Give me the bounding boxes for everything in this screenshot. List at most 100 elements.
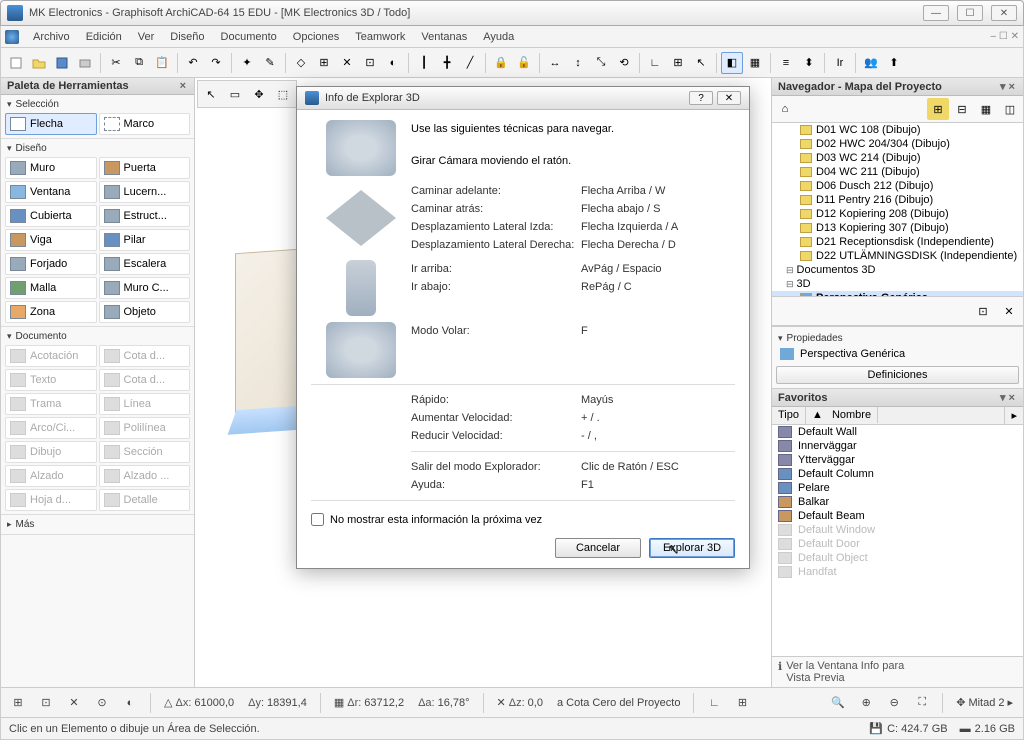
explore3d-button[interactable]: Explorar 3D xyxy=(649,538,735,558)
tb-dim1-icon[interactable]: ↔ xyxy=(544,52,566,74)
tb-dim4-icon[interactable]: ⟲ xyxy=(613,52,635,74)
coord-ortho-icon[interactable]: ∟ xyxy=(703,692,725,714)
fav-item[interactable]: Default Door xyxy=(772,537,1023,551)
menu-opciones[interactable]: Opciones xyxy=(285,29,347,45)
tool-polilinea[interactable]: Polilínea xyxy=(99,417,191,439)
tool-zona[interactable]: Zona xyxy=(5,301,97,323)
fav-item[interactable]: Innerväggar xyxy=(772,439,1023,453)
fav-item[interactable]: Default Column xyxy=(772,467,1023,481)
nav-layout-icon[interactable]: ▦ xyxy=(975,98,997,120)
coord-snap5-icon[interactable]: ◐ xyxy=(119,692,141,714)
tree-item[interactable]: D13 Kopiering 307 (Dibujo) xyxy=(772,221,1023,235)
tb-team-icon[interactable]: 👥 xyxy=(860,52,882,74)
tree-item[interactable]: D12 Kopiering 208 (Dibujo) xyxy=(772,207,1023,221)
tree-group-3d[interactable]: 3D xyxy=(772,277,1023,291)
tool-acotacion[interactable]: Acotación xyxy=(5,345,97,367)
favorites-col-nombre[interactable]: ▲ Nombre xyxy=(806,407,1005,424)
tb-guide2-icon[interactable]: ╋ xyxy=(436,52,458,74)
cv-arrow-icon[interactable]: ↖ xyxy=(200,83,222,105)
tb-ruler-icon[interactable]: Ir xyxy=(829,52,851,74)
tool-texto[interactable]: Texto xyxy=(5,369,97,391)
favorites-list[interactable]: Default Wall Innerväggar Ytterväggar Def… xyxy=(772,425,1023,656)
section-seleccion[interactable]: Selección xyxy=(5,97,190,112)
tb-story-icon[interactable]: ⬍ xyxy=(798,52,820,74)
tb-publish-icon[interactable]: ⬆ xyxy=(883,52,905,74)
navigator-close-icon[interactable]: ▾ × xyxy=(998,80,1017,93)
fav-item[interactable]: Default Wall xyxy=(772,425,1023,439)
nav-publisher-icon[interactable]: ◫ xyxy=(999,98,1021,120)
tool-trama[interactable]: Trama xyxy=(5,393,97,415)
tree-item[interactable]: D01 WC 108 (Dibujo) xyxy=(772,123,1023,137)
nav-home-icon[interactable]: ⌂ xyxy=(774,98,796,120)
tree-item[interactable]: D02 HWC 204/304 (Dibujo) xyxy=(772,137,1023,151)
section-diseno[interactable]: Diseño xyxy=(5,141,190,156)
menu-ayuda[interactable]: Ayuda xyxy=(475,29,522,45)
section-mas[interactable]: Más xyxy=(5,517,190,532)
toolbox-close-icon[interactable]: × xyxy=(178,80,188,92)
tool-ventana[interactable]: Ventana xyxy=(5,181,97,203)
tool-cota-radial[interactable]: Cota d... xyxy=(99,369,191,391)
tb-snap2-icon[interactable]: ⊞ xyxy=(313,52,335,74)
dialog-close-icon[interactable]: ✕ xyxy=(717,91,741,105)
fav-item[interactable]: Pelare xyxy=(772,481,1023,495)
tool-hoja[interactable]: Hoja d... xyxy=(5,489,97,511)
tool-lucernario[interactable]: Lucern... xyxy=(99,181,191,203)
tool-seccion[interactable]: Sección xyxy=(99,441,191,463)
tool-arco[interactable]: Arco/Ci... xyxy=(5,417,97,439)
menu-documento[interactable]: Documento xyxy=(213,29,285,45)
nav-map-icon[interactable]: ⊞ xyxy=(927,98,949,120)
navigator-tree[interactable]: D01 WC 108 (Dibujo) D02 HWC 204/304 (Dib… xyxy=(772,123,1023,297)
tool-malla[interactable]: Malla xyxy=(5,277,97,299)
tb-cut-icon[interactable]: ✂ xyxy=(105,52,127,74)
tb-wand-icon[interactable]: ✦ xyxy=(236,52,258,74)
cv-move-icon[interactable]: ✥ xyxy=(248,83,270,105)
tree-item[interactable]: D04 WC 211 (Dibujo) xyxy=(772,165,1023,179)
tool-flecha[interactable]: Flecha xyxy=(5,113,97,135)
coord-grid-icon[interactable]: ⊞ xyxy=(731,692,753,714)
tool-linea[interactable]: Línea xyxy=(99,393,191,415)
tb-undo-icon[interactable]: ↶ xyxy=(182,52,204,74)
tb-snap5-icon[interactable]: ◐ xyxy=(382,52,404,74)
tool-escalera[interactable]: Escalera xyxy=(99,253,191,275)
nav-viewmap-icon[interactable]: ⊟ xyxy=(951,98,973,120)
properties-header[interactable]: Propiedades xyxy=(776,331,1019,346)
fav-item[interactable]: Default Object xyxy=(772,551,1023,565)
coord-snap4-icon[interactable]: ⊙ xyxy=(91,692,113,714)
tool-alzado[interactable]: Alzado xyxy=(5,465,97,487)
tool-estructura[interactable]: Estruct... xyxy=(99,205,191,227)
tb-snap4-icon[interactable]: ⊡ xyxy=(359,52,381,74)
tb-grid-icon[interactable]: ⊞ xyxy=(667,52,689,74)
tb-lock-icon[interactable]: 🔒 xyxy=(490,52,512,74)
tb-highlight-icon[interactable]: ✎ xyxy=(259,52,281,74)
tb-dim3-icon[interactable]: ⤡ xyxy=(590,52,612,74)
nav-delete-icon[interactable]: ✕ xyxy=(998,300,1020,322)
fav-item[interactable]: Default Window xyxy=(772,523,1023,537)
tb-paste-icon[interactable]: 📋 xyxy=(151,52,173,74)
coord-zoom3-icon[interactable]: ⊖ xyxy=(883,692,905,714)
tool-viga[interactable]: Viga xyxy=(5,229,97,251)
cv-layers-icon[interactable]: ⬚ xyxy=(272,83,294,105)
tool-objeto[interactable]: Objeto xyxy=(99,301,191,323)
tool-muro-cortina[interactable]: Muro C... xyxy=(99,277,191,299)
tool-cubierta[interactable]: Cubierta xyxy=(5,205,97,227)
tb-save-icon[interactable] xyxy=(51,52,73,74)
tb-print-icon[interactable] xyxy=(74,52,96,74)
coord-zoom1-icon[interactable]: 🔍 xyxy=(827,692,849,714)
tb-redo-icon[interactable]: ↷ xyxy=(205,52,227,74)
tool-pilar[interactable]: Pilar xyxy=(99,229,191,251)
tb-layers-icon[interactable]: ≡ xyxy=(775,52,797,74)
tree-item[interactable]: D06 Dusch 212 (Dibujo) xyxy=(772,179,1023,193)
tool-detalle[interactable]: Detalle xyxy=(99,489,191,511)
fav-item[interactable]: Balkar xyxy=(772,495,1023,509)
menu-diseno[interactable]: Diseño xyxy=(162,29,212,45)
tb-unlock-icon[interactable]: 🔓 xyxy=(513,52,535,74)
tb-ortho-icon[interactable]: ∟ xyxy=(644,52,666,74)
coord-zoom2-icon[interactable]: ⊕ xyxy=(855,692,877,714)
menu-edicion[interactable]: Edición xyxy=(78,29,130,45)
tool-marco[interactable]: Marco xyxy=(99,113,191,135)
menu-teamwork[interactable]: Teamwork xyxy=(347,29,413,45)
coord-snap3-icon[interactable]: ✕ xyxy=(63,692,85,714)
tool-cota-nivel[interactable]: Cota d... xyxy=(99,345,191,367)
tree-item[interactable]: D03 WC 214 (Dibujo) xyxy=(772,151,1023,165)
minimize-button[interactable]: — xyxy=(923,5,949,21)
